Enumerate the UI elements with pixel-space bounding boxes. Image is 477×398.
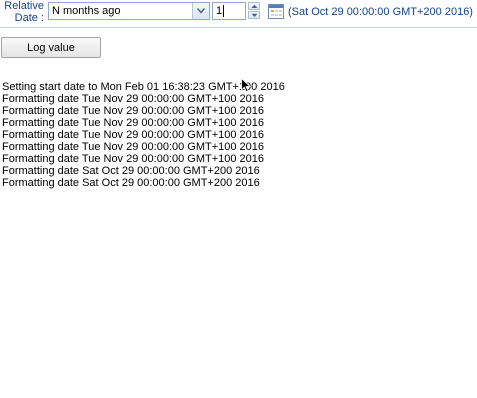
label-line-2: Date : (14, 12, 44, 24)
log-line: Setting start date to Mon Feb 01 16:38:2… (2, 81, 285, 93)
mouse-pointer-icon (241, 77, 252, 96)
log-line: Formatting date Sat Oct 29 00:00:00 GMT+… (2, 177, 260, 189)
text-caret (223, 5, 224, 17)
log-line: Formatting date Tue Nov 29 00:00:00 GMT+… (2, 129, 265, 141)
log-line: Formatting date Sat Oct 29 00:00:00 GMT+… (2, 165, 260, 177)
relative-date-label: Relative Date : (4, 0, 44, 24)
triangle-up-icon (251, 4, 258, 8)
log-value-button[interactable]: Log value (1, 37, 101, 58)
log-line: Formatting date Tue Nov 29 00:00:00 GMT+… (2, 141, 265, 153)
log-line: Formatting date Tue Nov 29 00:00:00 GMT+… (2, 93, 265, 105)
relative-date-toolbar: Relative Date : N months ago 1 (Sat Oct … (0, 0, 477, 28)
dropdown-trigger[interactable] (192, 3, 209, 19)
unit-select[interactable]: N months ago (48, 2, 210, 20)
amount-input-value: 1 (216, 5, 223, 17)
log-output: Setting start date to Mon Feb 01 16:38:2… (2, 81, 472, 189)
amount-spinner-buttons (248, 2, 262, 20)
amount-input[interactable]: 1 (212, 2, 246, 20)
spin-up-button[interactable] (248, 2, 260, 10)
calendar-icon[interactable] (268, 4, 284, 19)
spin-down-button[interactable] (248, 11, 260, 19)
resolved-date-text: (Sat Oct 29 00:00:00 GMT+200 2016) (288, 6, 473, 18)
log-line: Formatting date Tue Nov 29 00:00:00 GMT+… (2, 105, 265, 117)
label-line-1: Relative (4, 0, 44, 12)
log-line: Formatting date Tue Nov 29 00:00:00 GMT+… (2, 153, 265, 165)
triangle-down-icon (251, 13, 258, 17)
chevron-down-icon (197, 8, 205, 14)
unit-select-value: N months ago (52, 5, 121, 17)
log-line: Formatting date Tue Nov 29 00:00:00 GMT+… (2, 117, 265, 129)
